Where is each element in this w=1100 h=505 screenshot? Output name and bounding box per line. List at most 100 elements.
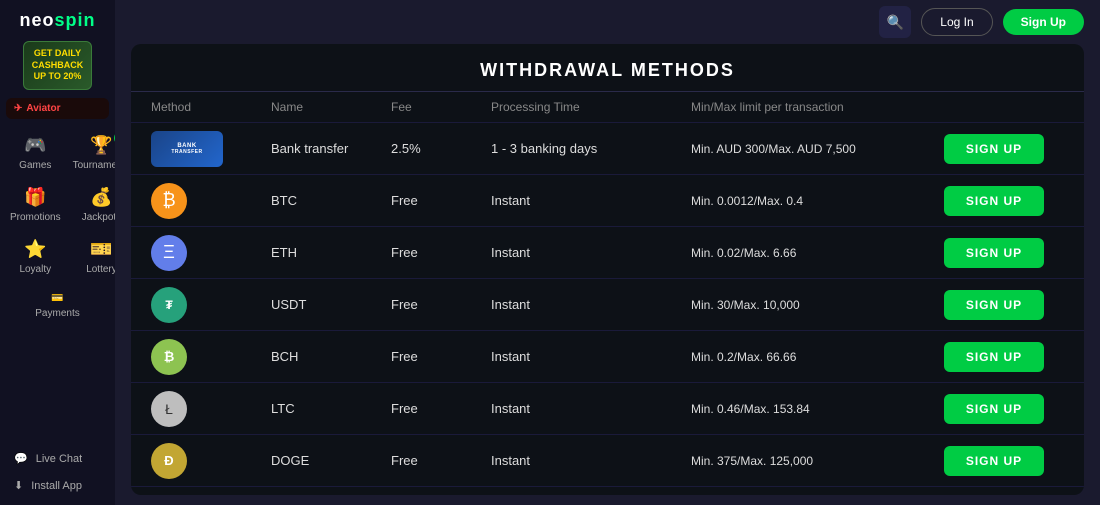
sidebar-item-games[interactable]: 🎮 Games [6, 129, 65, 177]
method-logo: ripple [151, 495, 271, 496]
processing-value: Instant [491, 401, 691, 416]
sidebar-item-jackpots[interactable]: 💰 Jackpots [69, 181, 115, 229]
table-row: ripple XRP Free Instant Min. 50/Max. 16,… [131, 487, 1084, 495]
live-chat-icon: 💬 [14, 452, 28, 465]
table-row: ₿ BCH Free Instant Min. 0.2/Max. 66.66 S… [131, 331, 1084, 383]
loyalty-icon: ⭐ [24, 239, 46, 260]
sidebar-item-promotions[interactable]: 🎁 Promotions [6, 181, 65, 229]
fee-value: Free [391, 297, 491, 312]
bch-icon: ₿ [151, 339, 187, 375]
xrp-logo: ripple [151, 495, 223, 496]
aviator-label: Aviator [26, 103, 60, 114]
sidebar-bottom: 💬 Live Chat ⬇ Install App [0, 439, 115, 505]
table-row: Ð DOGE Free Instant Min. 375/Max. 125,00… [131, 435, 1084, 487]
sign-up-cell: SIGN UP [944, 342, 1064, 372]
install-app-label: Install App [31, 480, 82, 492]
fee-value: Free [391, 453, 491, 468]
sign-up-cell: SIGN UP [944, 186, 1064, 216]
processing-value: Instant [491, 349, 691, 364]
col-name: Name [271, 100, 391, 114]
method-logo: BANKTRANSFER [151, 131, 271, 167]
promotions-label: Promotions [10, 212, 61, 223]
sidebar-item-tournaments[interactable]: 2 🏆 Tournaments [69, 129, 115, 177]
col-limit: Min/Max limit per transaction [691, 100, 944, 114]
loyalty-label: Loyalty [19, 264, 51, 275]
processing-value: Instant [491, 297, 691, 312]
sidebar-item-loyalty[interactable]: ⭐ Loyalty [6, 233, 65, 281]
lottery-label: Lottery [86, 264, 115, 275]
promotions-icon: 🎁 [24, 187, 46, 208]
install-app-button[interactable]: ⬇ Install App [6, 472, 109, 499]
doge-icon: Ð [151, 443, 187, 479]
login-button[interactable]: Log In [921, 8, 992, 36]
table-row: BANKTRANSFER Bank transfer 2.5% 1 - 3 ba… [131, 123, 1084, 175]
method-name: LTC [271, 401, 391, 416]
withdrawal-title: WITHDRAWAL METHODS [131, 44, 1084, 92]
eth-icon: Ξ [151, 235, 187, 271]
sign-up-cell: SIGN UP [944, 290, 1064, 320]
search-button[interactable]: 🔍 [879, 6, 911, 38]
limit-value: Min. 0.02/Max. 6.66 [691, 246, 944, 260]
sign-up-button[interactable]: SIGN UP [944, 290, 1044, 320]
tournaments-badge: 2 [114, 131, 115, 145]
logo: neospin [19, 10, 95, 31]
sign-up-button[interactable]: SIGN UP [944, 342, 1044, 372]
method-name: USDT [271, 297, 391, 312]
table-row: ₿ BTC Free Instant Min. 0.0012/Max. 0.4 … [131, 175, 1084, 227]
limit-value: Min. 0.2/Max. 66.66 [691, 350, 944, 364]
limit-value: Min. 0.0012/Max. 0.4 [691, 194, 944, 208]
sign-up-button[interactable]: SIGN UP [944, 134, 1044, 164]
method-logo: ₿ [151, 183, 271, 219]
method-name: ETH [271, 245, 391, 260]
col-method: Method [151, 100, 271, 114]
sign-up-cell: SIGN UP [944, 134, 1064, 164]
sign-up-button[interactable]: SIGN UP [944, 186, 1044, 216]
payments-label: Payments [35, 308, 79, 319]
method-name: DOGE [271, 453, 391, 468]
cashback-line2: CASHBACK [32, 60, 84, 72]
cashback-line1: GET DAILY [32, 48, 84, 60]
logo-area: neospin [19, 0, 95, 37]
bank-logo: BANKTRANSFER [151, 131, 223, 167]
btc-icon: ₿ [151, 183, 187, 219]
col-action [944, 100, 1064, 114]
sign-up-cell: SIGN UP [944, 394, 1064, 424]
live-chat-button[interactable]: 💬 Live Chat [6, 445, 109, 472]
processing-value: Instant [491, 245, 691, 260]
lottery-icon: 🎫 [90, 239, 112, 260]
sign-up-button[interactable]: SIGN UP [944, 394, 1044, 424]
usdt-icon: ₮ [151, 287, 187, 323]
col-processing: Processing Time [491, 100, 691, 114]
nav-grid: 🎮 Games 2 🏆 Tournaments 🎁 Promotions 💰 J… [0, 123, 115, 287]
method-logo: ₿ [151, 339, 271, 375]
aviator-icon: ✈ [14, 103, 22, 114]
fee-value: Free [391, 401, 491, 416]
games-icon: 🎮 [24, 135, 46, 156]
main-content: 🔍 Log In Sign Up WITHDRAWAL METHODS Meth… [115, 0, 1100, 505]
aviator-banner[interactable]: ✈ Aviator [6, 98, 109, 119]
method-name: BCH [271, 349, 391, 364]
sidebar-item-payments[interactable]: 💳 Payments [6, 287, 109, 325]
method-logo: Ð [151, 443, 271, 479]
jackpots-label: Jackpots [82, 212, 115, 223]
limit-value: Min. 30/Max. 10,000 [691, 298, 944, 312]
sidebar-item-lottery[interactable]: 🎫 Lottery [69, 233, 115, 281]
limit-value: Min. 375/Max. 125,000 [691, 454, 944, 468]
processing-value: 1 - 3 banking days [491, 141, 691, 156]
processing-value: Instant [491, 453, 691, 468]
sign-up-button[interactable]: SIGN UP [944, 446, 1044, 476]
top-bar: 🔍 Log In Sign Up [115, 0, 1100, 44]
fee-value: Free [391, 245, 491, 260]
cashback-banner[interactable]: GET DAILY CASHBACK UP TO 20% [23, 41, 93, 90]
payments-icon: 💳 [51, 293, 63, 304]
install-app-icon: ⬇ [14, 479, 23, 492]
tournaments-label: Tournaments [73, 160, 115, 171]
method-name: BTC [271, 193, 391, 208]
signup-button[interactable]: Sign Up [1003, 9, 1084, 35]
method-name: Bank transfer [271, 141, 391, 156]
tournaments-icon: 🏆 [90, 135, 112, 156]
fee-value: Free [391, 193, 491, 208]
sign-up-button[interactable]: SIGN UP [944, 238, 1044, 268]
fee-value: 2.5% [391, 141, 491, 156]
games-label: Games [19, 160, 51, 171]
